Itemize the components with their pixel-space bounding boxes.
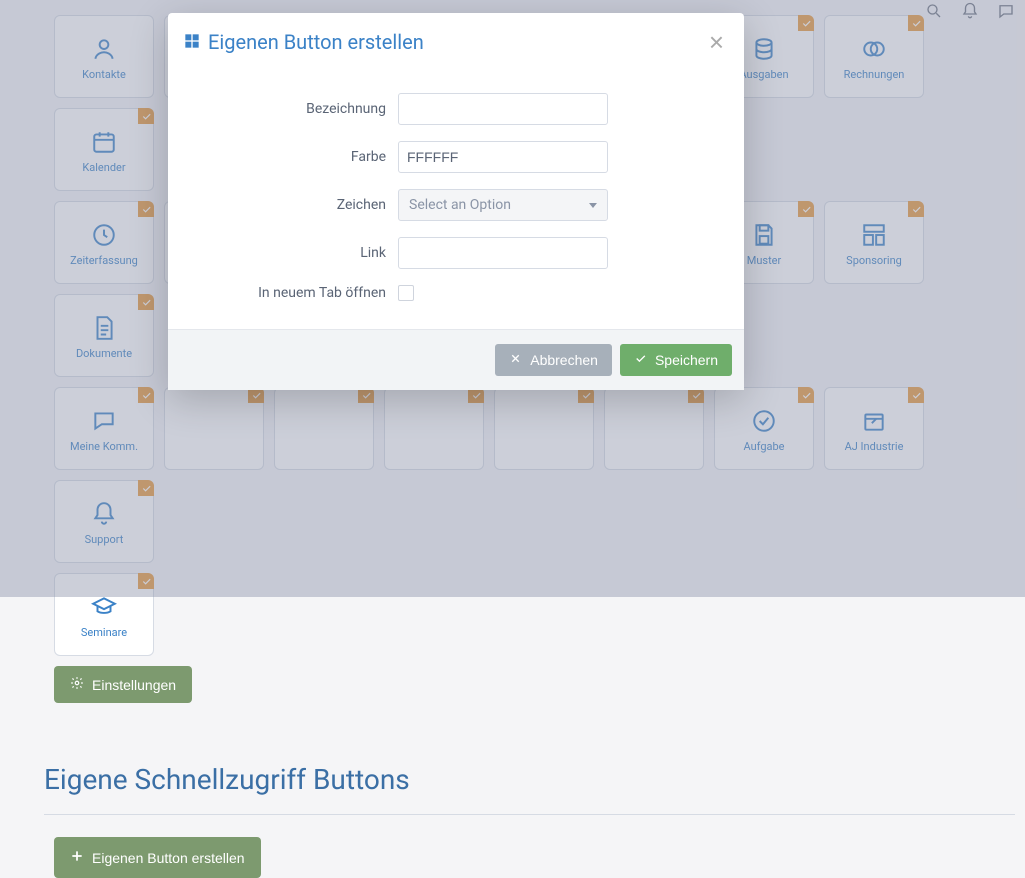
- newtab-checkbox[interactable]: [398, 285, 414, 301]
- save-button[interactable]: Speichern: [620, 344, 732, 376]
- label-name: Bezeichnung: [198, 101, 398, 117]
- gear-icon: [70, 676, 84, 693]
- tile-label: Seminare: [79, 627, 129, 639]
- color-input[interactable]: [398, 141, 608, 173]
- section-heading: Eigene Schnellzugriff Buttons: [44, 763, 1025, 796]
- divider: [44, 814, 1015, 815]
- name-input[interactable]: [398, 93, 608, 125]
- close-button[interactable]: ×: [709, 29, 724, 55]
- icon-select-placeholder: Select an Option: [409, 197, 511, 213]
- create-own-button[interactable]: Eigenen Button erstellen: [54, 837, 261, 878]
- label-link: Link: [198, 245, 398, 261]
- icon-select[interactable]: Select an Option: [398, 189, 608, 221]
- settings-label: Einstellungen: [92, 677, 176, 693]
- modal-title: Eigenen Button erstellen: [184, 30, 424, 54]
- create-own-label: Eigenen Button erstellen: [92, 850, 245, 866]
- create-button-modal: Eigenen Button erstellen × Bezeichnung F…: [168, 13, 744, 390]
- modal-title-text: Eigenen Button erstellen: [208, 30, 424, 54]
- grid-icon: [184, 30, 200, 54]
- cancel-label: Abbrechen: [530, 352, 598, 368]
- plus-icon: [70, 849, 84, 866]
- settings-button[interactable]: Einstellungen: [54, 666, 192, 703]
- label-newtab: In neuem Tab öffnen: [198, 285, 398, 301]
- link-input[interactable]: [398, 237, 608, 269]
- label-icon: Zeichen: [198, 197, 398, 213]
- save-label: Speichern: [655, 352, 718, 368]
- check-icon: [634, 352, 647, 368]
- label-color: Farbe: [198, 149, 398, 165]
- close-icon: [509, 352, 522, 368]
- grad-icon: [90, 593, 118, 621]
- cancel-button[interactable]: Abbrechen: [495, 344, 612, 376]
